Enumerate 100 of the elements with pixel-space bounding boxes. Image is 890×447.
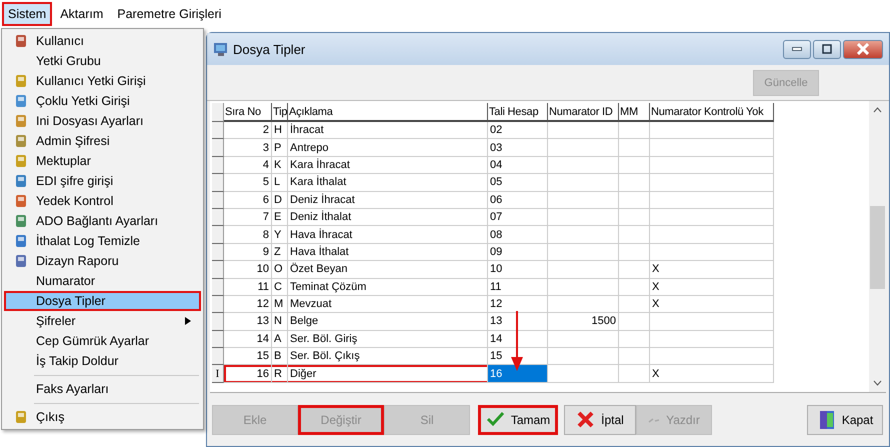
table-cell (619, 156, 650, 174)
menu-item-icon (14, 174, 28, 188)
row-header[interactable] (212, 296, 224, 314)
dialog-button[interactable]: İptal (564, 404, 636, 434)
row-header[interactable] (212, 244, 224, 262)
table-cell: 13 (224, 313, 272, 331)
row-header[interactable] (212, 174, 224, 192)
table-cell (548, 192, 619, 209)
column-header[interactable]: MM (619, 103, 650, 122)
column-header[interactable]: Numarator Kontrolü Yok (650, 103, 774, 122)
table-cell (619, 192, 650, 209)
row-header[interactable] (212, 122, 224, 140)
table-cell (548, 174, 619, 192)
table-cell: Belge (288, 313, 488, 331)
menu-item[interactable]: Dosya Tipler (4, 291, 201, 311)
table-cell: 3 (224, 139, 272, 157)
table-cell (619, 296, 650, 314)
vertical-scrollbar[interactable] (869, 101, 886, 392)
table-cell: 03 (488, 139, 548, 157)
row-header[interactable] (212, 139, 224, 157)
maximize-button[interactable] (813, 40, 841, 58)
menu-item[interactable]: Yedek Kontrol (4, 191, 201, 211)
table-cell: Y (272, 226, 288, 244)
table-cell (619, 365, 650, 383)
table-cell: X (650, 365, 774, 383)
column-header[interactable]: Açıklama (288, 103, 488, 122)
row-header[interactable] (212, 226, 224, 244)
menu-item[interactable]: Numarator (4, 271, 201, 291)
menu-item[interactable]: ADO Bağlantı Ayarları (4, 211, 201, 231)
table-cell (548, 226, 619, 244)
close-button[interactable] (843, 40, 883, 58)
menu-item[interactable]: Mektuplar (4, 151, 201, 171)
table-cell: 08 (488, 226, 548, 244)
row-header[interactable] (212, 261, 224, 279)
menu-item-icon (14, 410, 28, 424)
table-cell (619, 174, 650, 192)
row-header[interactable] (212, 348, 224, 366)
table-cell (548, 296, 619, 314)
table-cell (548, 348, 619, 366)
column-header[interactable]: Sıra No (224, 103, 272, 122)
table-cell: Hava İthalat (288, 244, 488, 262)
column-header[interactable]: Tali Hesap (488, 103, 548, 122)
menu-item[interactable]: Çoklu Yetki Girişi (4, 91, 201, 111)
minimize-icon (792, 47, 802, 51)
table-cell: 05 (488, 174, 548, 192)
table-cell: 1500 (548, 313, 619, 331)
minimize-button[interactable] (783, 40, 811, 58)
row-header[interactable]: I (212, 365, 224, 383)
scroll-thumb[interactable] (870, 206, 885, 289)
row-header[interactable] (212, 330, 224, 348)
menu-item[interactable]: Kullanıcı (4, 31, 201, 51)
table-cell (548, 156, 619, 174)
grid-corner (212, 103, 224, 122)
row-header[interactable] (212, 278, 224, 296)
table-cell (548, 278, 619, 296)
table-cell: X (650, 296, 774, 314)
menu-item[interactable]: Cep Gümrük Ayarlar (4, 331, 201, 351)
column-header[interactable]: Tip (272, 103, 288, 122)
menu-item[interactable]: EDI şifre girişi (4, 171, 201, 191)
menu-item[interactable]: Yetki Grubu (4, 51, 201, 71)
menu-item-icon (14, 214, 28, 228)
table-cell (548, 330, 619, 348)
menu-item-icon (14, 254, 28, 268)
menu-item[interactable]: Dizayn Raporu (4, 251, 201, 271)
table-cell (548, 122, 619, 140)
table-cell: Kara İthalat (288, 174, 488, 192)
row-header[interactable] (212, 156, 224, 174)
menu-item[interactable]: Kullanıcı Yetki Girişi (4, 71, 201, 91)
table-cell (619, 139, 650, 157)
menu-bar-item[interactable]: Sistem (2, 2, 52, 26)
menu-item[interactable]: Admin Şifresi (4, 131, 201, 151)
table-cell: Diğer (288, 365, 488, 383)
table-cell: K (272, 156, 288, 174)
table-cell: 4 (224, 156, 272, 174)
dialog-button[interactable]: Kapat (807, 404, 883, 434)
table-cell (619, 348, 650, 366)
dialog-button[interactable]: Tamam (478, 404, 558, 434)
table-cell: 16 (224, 365, 272, 383)
table-cell (619, 261, 650, 279)
table-cell: 02 (488, 122, 548, 140)
table-cell: O (272, 261, 288, 279)
table-cell (548, 261, 619, 279)
x-icon (576, 410, 596, 429)
table-cell: Antrepo (288, 139, 488, 157)
table-cell (548, 244, 619, 262)
menu-item[interactable]: İthalat Log Temizle (4, 231, 201, 251)
menu-item[interactable]: Şifreler (4, 311, 201, 331)
menu-item[interactable]: İş Takip Doldur (4, 351, 201, 371)
row-header[interactable] (212, 192, 224, 209)
table-cell: 8 (224, 226, 272, 244)
table-cell: E (272, 208, 288, 226)
menu-bar-item[interactable]: Aktarım (54, 2, 110, 26)
annotation-arrow (511, 311, 523, 371)
menu-bar-item[interactable]: Paremetre Girişleri (111, 2, 228, 26)
table-cell: 11 (488, 278, 548, 296)
row-header[interactable] (212, 313, 224, 331)
table-cell: 06 (488, 192, 548, 209)
menu-item[interactable]: Ini Dosyası Ayarları (4, 111, 201, 131)
column-header[interactable]: Numarator ID (548, 103, 619, 122)
row-header[interactable] (212, 208, 224, 226)
